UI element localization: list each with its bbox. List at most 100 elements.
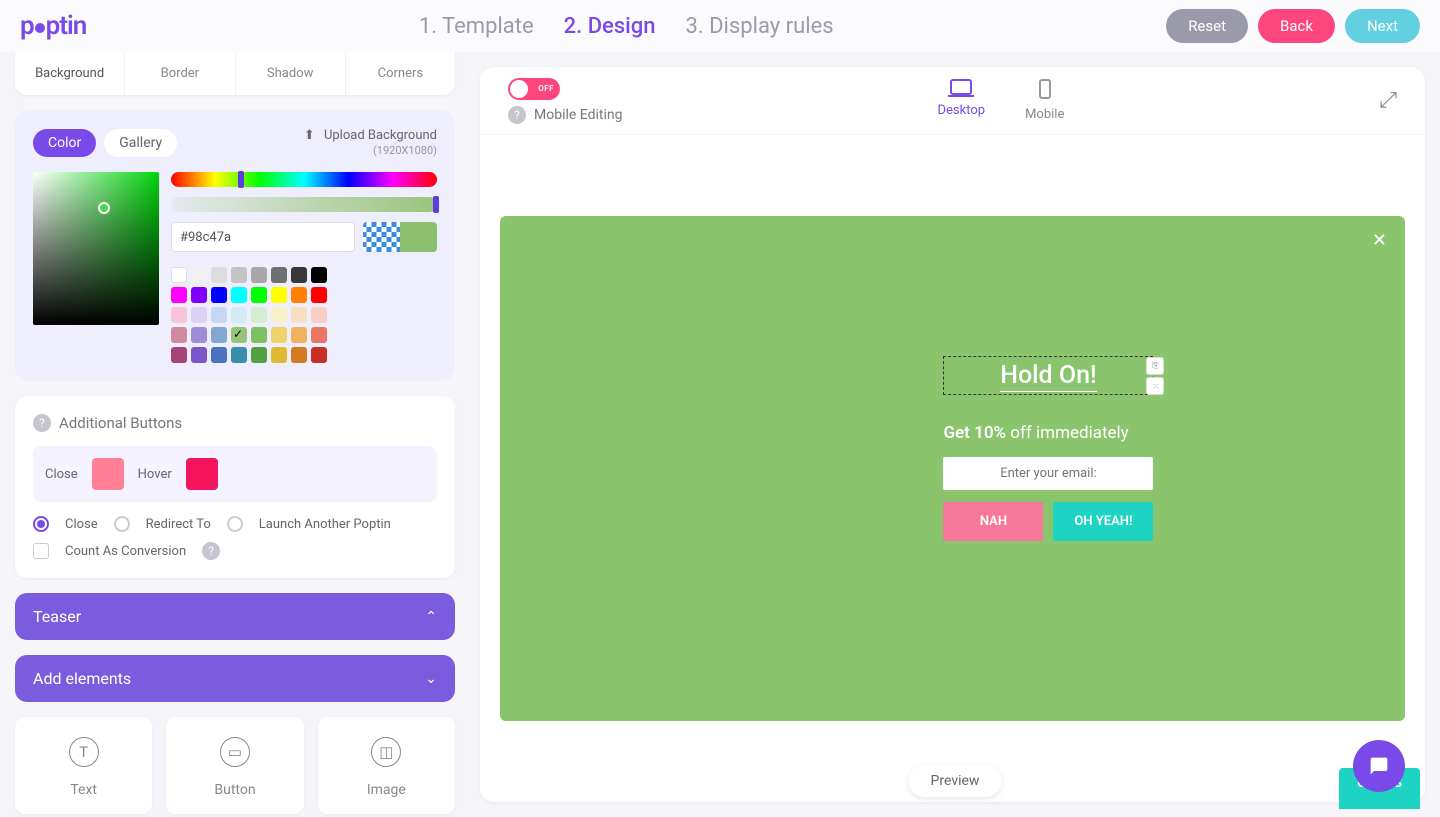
gallery-pill[interactable]: Gallery	[104, 129, 177, 157]
swatch[interactable]	[191, 327, 207, 343]
button-icon: ▭	[220, 737, 250, 767]
swatch[interactable]	[231, 327, 247, 343]
close-color-chip[interactable]	[92, 458, 124, 490]
swatch[interactable]	[191, 307, 207, 323]
mobile-icon	[1039, 79, 1051, 99]
swatch[interactable]	[211, 267, 227, 283]
popup-email-input[interactable]	[943, 457, 1153, 490]
swatch[interactable]	[311, 267, 327, 283]
mobile-editing-toggle[interactable]: OFF	[508, 78, 560, 100]
back-button[interactable]: Back	[1258, 9, 1335, 43]
tab-background[interactable]: Background	[15, 52, 125, 95]
step-display-rules[interactable]: 3. Display rules	[686, 14, 834, 39]
hover-color-chip[interactable]	[186, 458, 218, 490]
element-button-label: Button	[214, 782, 255, 798]
hue-cursor[interactable]	[238, 171, 244, 188]
swatch[interactable]	[271, 327, 287, 343]
swatch[interactable]	[211, 347, 227, 363]
swatch[interactable]	[211, 307, 227, 323]
additional-buttons-panel: ? Additional Buttons Close Hover Close R…	[15, 396, 455, 578]
swatch[interactable]	[171, 287, 187, 303]
swatch[interactable]	[171, 307, 187, 323]
swatch[interactable]	[231, 307, 247, 323]
preview-button[interactable]: Preview	[909, 765, 1002, 797]
popup-close-icon[interactable]: ✕	[1372, 230, 1387, 251]
popup-subtitle[interactable]: Get 10% off immediately	[943, 423, 1163, 443]
add-text-element[interactable]: T Text	[15, 717, 152, 814]
action-close-label: Close	[65, 517, 98, 532]
swatch[interactable]	[291, 307, 307, 323]
popup-title-element[interactable]: Hold On! ⎘ ⁙	[943, 356, 1153, 395]
swatch[interactable]	[191, 267, 207, 283]
help-icon[interactable]: ?	[508, 106, 526, 124]
radio-close[interactable]	[33, 516, 49, 532]
radio-redirect[interactable]	[114, 516, 130, 532]
add-image-element[interactable]: ◫ Image	[318, 717, 455, 814]
swatch[interactable]	[231, 347, 247, 363]
swatch[interactable]	[311, 327, 327, 343]
teaser-accordion[interactable]: Teaser ⌃	[15, 593, 455, 640]
swatch[interactable]	[251, 347, 267, 363]
swatch[interactable]	[211, 287, 227, 303]
swatch[interactable]	[271, 267, 287, 283]
swatch[interactable]	[311, 307, 327, 323]
swatch[interactable]	[291, 267, 307, 283]
swatch[interactable]	[211, 327, 227, 343]
duplicate-handle[interactable]: ⎘	[1146, 357, 1164, 375]
image-icon: ◫	[371, 737, 401, 767]
device-mobile[interactable]: Mobile	[1025, 79, 1064, 122]
next-button[interactable]: Next	[1345, 9, 1420, 43]
swatch[interactable]	[251, 287, 267, 303]
upload-background-button[interactable]: Upload Background	[324, 128, 437, 143]
device-desktop[interactable]: Desktop	[938, 79, 986, 122]
hex-input[interactable]	[171, 222, 355, 252]
device-mobile-label: Mobile	[1025, 107, 1064, 122]
swatch[interactable]	[231, 287, 247, 303]
popup-yeah-button[interactable]: OH YEAH!	[1053, 502, 1153, 541]
swatch[interactable]	[231, 267, 247, 283]
popup-nah-button[interactable]: NAH	[943, 502, 1043, 541]
color-pill[interactable]: Color	[33, 129, 96, 157]
swatch[interactable]	[171, 267, 187, 283]
swatch[interactable]	[251, 267, 267, 283]
action-launch-label: Launch Another Poptin	[259, 517, 391, 532]
step-design[interactable]: 2. Design	[564, 14, 656, 39]
swatch[interactable]	[251, 307, 267, 323]
saturation-cursor[interactable]	[98, 202, 110, 214]
swatch[interactable]	[191, 347, 207, 363]
tab-shadow[interactable]: Shadow	[236, 52, 346, 95]
drag-handle[interactable]: ⁙	[1146, 377, 1164, 395]
add-elements-accordion[interactable]: Add elements ⌄	[15, 655, 455, 702]
checkbox-count-conversion[interactable]	[33, 543, 49, 559]
alpha-cursor[interactable]	[433, 196, 439, 213]
hue-slider[interactable]	[171, 172, 437, 187]
swatch[interactable]	[311, 287, 327, 303]
swatch[interactable]	[251, 327, 267, 343]
swatch[interactable]	[271, 287, 287, 303]
swatch[interactable]	[271, 347, 287, 363]
add-button-element[interactable]: ▭ Button	[166, 717, 303, 814]
element-image-label: Image	[367, 782, 406, 798]
swatch[interactable]	[171, 327, 187, 343]
radio-launch[interactable]	[227, 516, 243, 532]
swatch[interactable]	[291, 287, 307, 303]
alpha-slider[interactable]	[171, 197, 437, 212]
wizard-steps: 1. Template 2. Design 3. Display rules	[419, 14, 834, 39]
swatch[interactable]	[271, 307, 287, 323]
swatch[interactable]	[291, 347, 307, 363]
help-icon[interactable]: ?	[202, 542, 220, 560]
swatch[interactable]	[311, 347, 327, 363]
reset-button[interactable]: Reset	[1166, 9, 1248, 43]
step-template[interactable]: 1. Template	[419, 14, 534, 39]
swatch[interactable]	[171, 347, 187, 363]
swatch[interactable]	[191, 287, 207, 303]
tab-border[interactable]: Border	[125, 52, 235, 95]
chat-bubble-icon[interactable]	[1353, 740, 1405, 792]
saturation-picker[interactable]	[33, 172, 159, 325]
logo[interactable]: pptin	[20, 11, 86, 41]
popup-canvas[interactable]: ✕ Hold On! ⎘ ⁙ Get 10% off immediately	[500, 216, 1405, 721]
swatch[interactable]	[291, 327, 307, 343]
expand-icon[interactable]: ⤢	[1379, 88, 1397, 113]
tab-corners[interactable]: Corners	[346, 52, 455, 95]
help-icon[interactable]: ?	[33, 414, 51, 432]
